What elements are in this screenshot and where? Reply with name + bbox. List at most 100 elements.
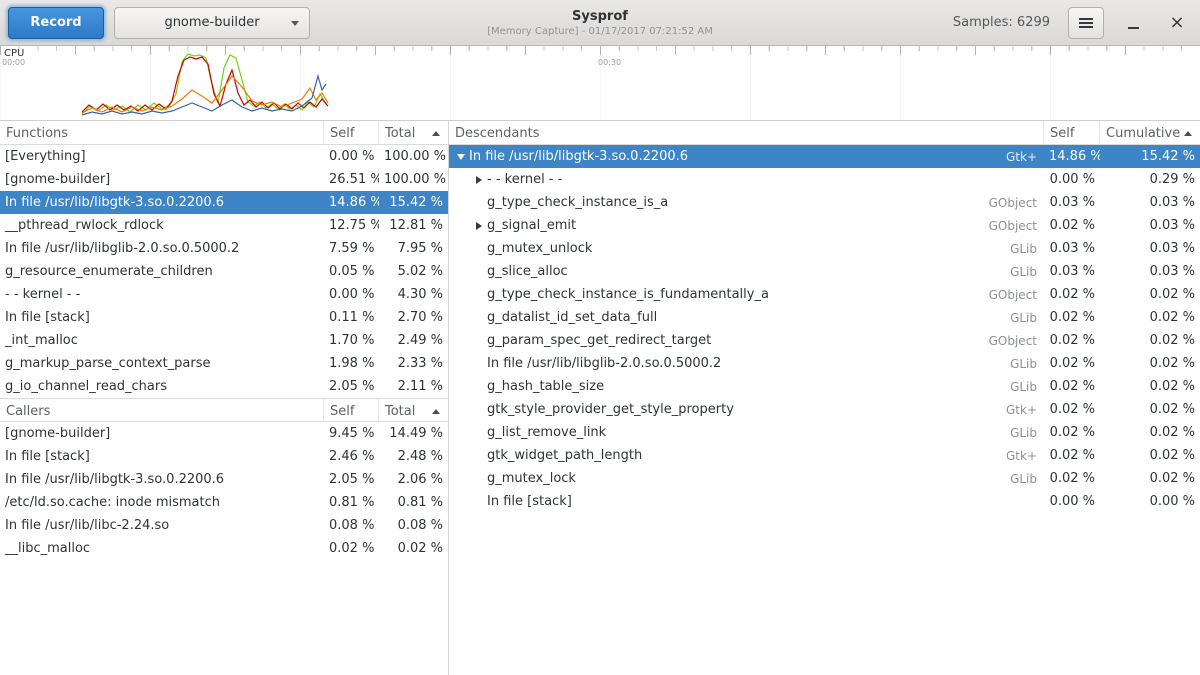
library-label: GLib <box>974 307 1044 329</box>
descendant-name-cell: In file /usr/lib/libgtk-3.so.0.2200.6 <box>449 146 974 168</box>
descendant-name-cell: g_signal_emit <box>449 215 974 237</box>
table-row[interactable]: g_list_remove_linkGLib0.02 %0.02 % <box>449 421 1200 444</box>
cumulative-percent: 0.02 % <box>1100 468 1200 490</box>
table-row[interactable]: In file /usr/lib/libgtk-3.so.0.2200.62.0… <box>0 468 448 491</box>
table-row[interactable]: g_resource_enumerate_children0.05 %5.02 … <box>0 260 448 283</box>
profile-selector-dropdown[interactable]: gnome-builder <box>114 7 310 39</box>
app-title: Sysprof <box>572 9 628 24</box>
expander-expanded-icon[interactable] <box>453 154 469 160</box>
table-row[interactable]: g_mutex_unlockGLib0.03 %0.03 % <box>449 237 1200 260</box>
functions-table-body: [Everything]0.00 %100.00 %[gnome-builder… <box>0 145 448 398</box>
functions-table-header: Functions Self Total <box>0 121 448 145</box>
table-row[interactable]: - - kernel - -0.00 %4.30 % <box>0 283 448 306</box>
column-header-functions[interactable]: Functions <box>0 121 324 145</box>
column-header-self[interactable]: Self <box>324 121 379 145</box>
profile-selector-label: gnome-builder <box>164 15 259 30</box>
table-row[interactable]: g_type_check_instance_is_fundamentally_a… <box>449 283 1200 306</box>
function-name: g_io_channel_read_chars <box>0 376 324 398</box>
column-header-self[interactable]: Self <box>1044 121 1100 145</box>
table-row[interactable]: /etc/ld.so.cache: inode mismatch0.81 %0.… <box>0 491 448 514</box>
table-row[interactable]: __libc_malloc0.02 %0.02 % <box>0 537 448 560</box>
library-label: GLib <box>974 376 1044 398</box>
table-row[interactable]: In file /usr/lib/libglib-2.0.so.0.5000.2… <box>449 352 1200 375</box>
table-row[interactable]: g_param_spec_get_redirect_targetGObject0… <box>449 329 1200 352</box>
table-row[interactable]: g_hash_table_sizeGLib0.02 %0.02 % <box>449 375 1200 398</box>
column-header-self[interactable]: Self <box>324 399 379 423</box>
table-row[interactable]: g_mutex_lockGLib0.02 %0.02 % <box>449 467 1200 490</box>
cumulative-percent: 0.03 % <box>1100 261 1200 283</box>
column-header-total[interactable]: Total <box>379 121 448 145</box>
table-row[interactable]: In file [stack]0.00 %0.00 % <box>449 490 1200 513</box>
table-row[interactable]: [gnome-builder]26.51 %100.00 % <box>0 168 448 191</box>
table-row[interactable]: gtk_style_provider_get_style_propertyGtk… <box>449 398 1200 421</box>
column-header-cumulative[interactable]: Cumulative <box>1100 121 1200 145</box>
self-percent: 0.03 % <box>1044 238 1100 260</box>
table-row[interactable]: gtk_widget_path_lengthGtk+0.02 %0.02 % <box>449 444 1200 467</box>
function-name: /etc/ld.so.cache: inode mismatch <box>0 492 324 514</box>
table-row[interactable]: In file [stack]0.11 %2.70 % <box>0 306 448 329</box>
chevron-down-icon <box>291 21 299 26</box>
table-row[interactable]: In file [stack]2.46 %2.48 % <box>0 445 448 468</box>
function-name: g_mutex_unlock <box>487 238 592 260</box>
sort-indicator-icon <box>432 131 440 136</box>
library-label: GObject <box>974 215 1044 237</box>
function-name: g_slice_alloc <box>487 261 568 283</box>
header-right-controls: Samples: 6299 × <box>953 7 1192 39</box>
library-label: GLib <box>974 468 1044 490</box>
table-row[interactable]: g_markup_parse_context_parse1.98 %2.33 % <box>0 352 448 375</box>
table-row[interactable]: g_type_check_instance_is_aGObject0.03 %0… <box>449 191 1200 214</box>
table-row[interactable]: In file /usr/lib/libc-2.24.so0.08 %0.08 … <box>0 514 448 537</box>
sort-indicator-icon <box>432 409 440 414</box>
expander-collapsed-icon[interactable] <box>471 176 487 184</box>
total-percent: 2.70 % <box>379 307 448 329</box>
self-percent: 0.11 % <box>324 307 379 329</box>
total-percent: 0.08 % <box>379 515 448 537</box>
column-header-descendants[interactable]: Descendants <box>449 121 1044 145</box>
self-percent: 0.02 % <box>1044 330 1100 352</box>
table-row[interactable]: g_signal_emitGObject0.02 %0.03 % <box>449 214 1200 237</box>
column-header-total[interactable]: Total <box>379 399 448 423</box>
capture-subtitle: [Memory Capture] - 01/17/2017 07:21:52 A… <box>487 26 713 37</box>
function-name: g_datalist_id_set_data_full <box>487 307 657 329</box>
main-content: Functions Self Total [Everything]0.00 %1… <box>0 121 1200 675</box>
samples-count: Samples: 6299 <box>953 15 1050 30</box>
function-name: g_type_check_instance_is_a <box>487 192 668 214</box>
self-percent: 14.86 % <box>1044 146 1100 168</box>
table-row[interactable]: g_slice_allocGLib0.03 %0.03 % <box>449 260 1200 283</box>
table-row[interactable]: g_datalist_id_set_data_fullGLib0.02 %0.0… <box>449 306 1200 329</box>
total-percent: 12.81 % <box>379 215 448 237</box>
cpu-timeline[interactable]: CPU 00:00 00:30 <box>0 46 1200 121</box>
table-row[interactable]: In file /usr/lib/libglib-2.0.so.0.5000.2… <box>0 237 448 260</box>
self-percent: 2.46 % <box>324 446 379 468</box>
hamburger-icon <box>1079 18 1093 28</box>
minimize-button[interactable] <box>1118 8 1148 38</box>
expander-collapsed-icon[interactable] <box>471 222 487 230</box>
function-name: g_markup_parse_context_parse <box>0 353 324 375</box>
table-row[interactable]: _int_malloc1.70 %2.49 % <box>0 329 448 352</box>
descendant-name-cell: In file [stack] <box>449 491 974 513</box>
self-percent: 9.45 % <box>324 423 379 445</box>
descendant-name-cell: g_type_check_instance_is_a <box>449 192 974 214</box>
record-button[interactable]: Record <box>8 7 104 39</box>
table-row[interactable]: __pthread_rwlock_rdlock12.75 %12.81 % <box>0 214 448 237</box>
close-button[interactable]: × <box>1162 8 1192 38</box>
library-label: GLib <box>974 353 1044 375</box>
table-row[interactable]: - - kernel - -0.00 %0.29 % <box>449 168 1200 191</box>
function-name: gtk_widget_path_length <box>487 445 642 467</box>
table-row[interactable]: In file /usr/lib/libgtk-3.so.0.2200.6Gtk… <box>449 145 1200 168</box>
self-percent: 0.03 % <box>1044 192 1100 214</box>
descendant-name-cell: g_mutex_unlock <box>449 238 974 260</box>
table-row[interactable]: In file /usr/lib/libgtk-3.so.0.2200.614.… <box>0 191 448 214</box>
library-label: Gtk+ <box>974 445 1044 467</box>
table-row[interactable]: [Everything]0.00 %100.00 % <box>0 145 448 168</box>
column-header-callers[interactable]: Callers <box>0 399 324 423</box>
self-percent: 0.02 % <box>1044 399 1100 421</box>
table-row[interactable]: [gnome-builder]9.45 %14.49 % <box>0 422 448 445</box>
self-percent: 0.00 % <box>1044 491 1100 513</box>
total-percent: 2.11 % <box>379 376 448 398</box>
self-percent: 1.70 % <box>324 330 379 352</box>
table-row[interactable]: g_io_channel_read_chars2.05 %2.11 % <box>0 375 448 398</box>
total-percent: 5.02 % <box>379 261 448 283</box>
self-percent: 0.02 % <box>1044 215 1100 237</box>
menu-button[interactable] <box>1068 7 1104 39</box>
